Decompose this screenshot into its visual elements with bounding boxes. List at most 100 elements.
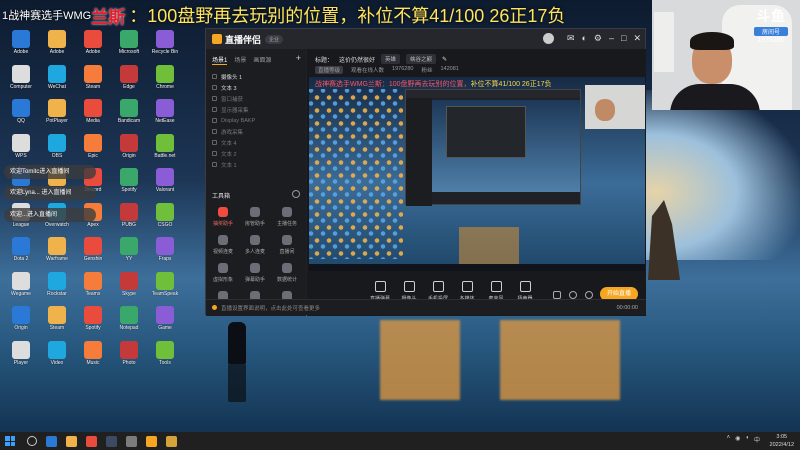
skin-icon[interactable]: ◐	[581, 33, 586, 44]
maximize-icon[interactable]: □	[621, 33, 626, 44]
eye-icon[interactable]	[212, 129, 217, 134]
desktop-icon[interactable]: Teams	[76, 271, 110, 306]
source-item[interactable]: Display BAKP	[212, 115, 300, 126]
source-item[interactable]: 文本 4	[212, 137, 300, 148]
tool-button[interactable]: 虚拟形象	[208, 263, 238, 289]
tab-scene-1[interactable]: 场景1	[212, 55, 228, 65]
desktop-icon[interactable]: Photo	[112, 340, 146, 375]
desktop-icon[interactable]: Computer	[4, 64, 38, 99]
desktop-icon[interactable]: Valorant	[148, 168, 182, 202]
eye-icon[interactable]	[212, 140, 217, 145]
edit-icon[interactable]: ✎	[442, 56, 447, 63]
desktop-icon[interactable]: Bandicam	[112, 99, 146, 133]
desktop-icon[interactable]: Music	[76, 340, 110, 375]
app-icon[interactable]	[86, 435, 97, 447]
desktop-icon[interactable]: YY	[112, 237, 146, 271]
settings-icon[interactable]: ⚙	[594, 33, 602, 44]
desktop-icon[interactable]: Warframe	[40, 237, 74, 271]
tool-button[interactable]: 直播间	[272, 235, 302, 261]
close-icon[interactable]: ✕	[633, 33, 641, 44]
desktop-icon[interactable]: Genshin	[76, 237, 110, 271]
desktop-icon[interactable]: Wegame	[4, 271, 38, 306]
desktop-icon[interactable]: Adobe	[76, 30, 110, 64]
volume-icon[interactable]: ◖	[745, 435, 749, 444]
add-source-icon[interactable]: +	[296, 53, 301, 63]
search-icon[interactable]	[27, 436, 37, 446]
desktop-icon[interactable]: Steam	[40, 306, 74, 340]
eye-icon[interactable]	[212, 96, 217, 101]
desktop-icon[interactable]: Origin	[112, 133, 146, 168]
tool-button[interactable]: 多人连麦	[240, 235, 270, 261]
desktop-icon[interactable]: Battle.net	[148, 133, 182, 168]
eye-icon[interactable]	[212, 118, 217, 123]
source-item[interactable]: 摄像头 1	[212, 71, 300, 82]
desktop-icon[interactable]: PotPlayer	[40, 99, 74, 133]
desktop-icon[interactable]: Adobe	[4, 30, 38, 64]
app-badge[interactable]: 企业	[265, 34, 284, 44]
start-button[interactable]	[5, 436, 15, 446]
desktop-icon[interactable]: WPS	[4, 133, 38, 168]
avatar[interactable]	[542, 33, 554, 44]
app-icon[interactable]	[126, 435, 137, 447]
desktop-icon[interactable]: Skype	[112, 271, 146, 306]
screenshot-icon[interactable]	[553, 291, 561, 299]
desktop-icon[interactable]: Spotify	[76, 306, 110, 340]
tab-scene[interactable]: 场景	[234, 55, 246, 65]
eye-icon[interactable]	[212, 107, 217, 112]
desktop-icon[interactable]: Epic	[76, 133, 110, 168]
toolbox-settings-icon[interactable]	[292, 190, 300, 198]
desktop-icon[interactable]: OBS	[40, 133, 74, 168]
ime-indicator[interactable]: 中	[754, 435, 760, 444]
network-icon[interactable]: ◉	[735, 435, 740, 444]
desktop-icon[interactable]: Microsoft	[112, 30, 146, 64]
tool-button[interactable]: 抽奖助手	[208, 207, 238, 233]
live-companion-icon[interactable]	[146, 435, 157, 447]
tab-sources[interactable]: 画面源	[253, 55, 271, 65]
source-item[interactable]: 文本 3	[212, 82, 300, 93]
desktop-icon[interactable]: Player	[4, 340, 38, 375]
chevron-up-icon[interactable]: ˄	[727, 435, 731, 444]
stream-title[interactable]: 这价仍然很好	[339, 55, 375, 64]
desktop-icon[interactable]: Spotify	[112, 168, 146, 202]
source-item[interactable]: 文本 2	[212, 148, 300, 159]
desktop-icon[interactable]: CSGO	[148, 202, 182, 237]
desktop-icon[interactable]: Chrome	[148, 64, 182, 99]
desktop-icon[interactable]: QQ	[4, 99, 38, 133]
tool-button[interactable]: 数据统计	[272, 263, 302, 289]
minimize-icon[interactable]: –	[609, 33, 614, 44]
stream-tag[interactable]: 峡谷之巅	[406, 54, 437, 64]
desktop-icon[interactable]: WeChat	[40, 64, 74, 99]
settings-icon[interactable]	[585, 291, 593, 299]
eye-icon[interactable]	[212, 151, 217, 156]
desktop-icon[interactable]: Adobe	[40, 30, 74, 64]
status-text[interactable]: 直播设置界面说明，点击此处可查看更多	[221, 304, 320, 312]
desktop-icon[interactable]: Recycle Bin	[148, 30, 182, 64]
edge-icon[interactable]	[46, 435, 57, 447]
source-item[interactable]: 窗口捕获	[212, 93, 300, 104]
desktop-icon[interactable]: NetEase	[148, 99, 182, 133]
desktop-icon[interactable]: Media	[76, 99, 110, 133]
desktop-icon[interactable]: Notepad	[112, 306, 146, 340]
folder-icon[interactable]	[66, 435, 77, 447]
desktop-icon[interactable]: Edge	[112, 64, 146, 99]
source-item[interactable]: 显示器采集	[212, 104, 300, 115]
tool-button[interactable]: 视频连麦	[208, 235, 238, 261]
desktop-icon[interactable]: Game	[148, 306, 182, 340]
tool-button[interactable]: 主播任务	[272, 207, 302, 233]
desktop-icon[interactable]: Origin	[4, 306, 38, 340]
desktop-icon[interactable]: TeamSpeak	[148, 271, 182, 306]
desktop-icon[interactable]: Steam	[76, 64, 110, 99]
desktop-icon[interactable]: Tools	[148, 340, 182, 375]
eye-icon[interactable]	[212, 162, 217, 167]
desktop-icon[interactable]: PUBG	[112, 202, 146, 237]
eye-icon[interactable]	[212, 85, 217, 90]
clock[interactable]: 3:05 2022/4/12	[770, 433, 794, 449]
desktop-icon[interactable]: Fraps	[148, 237, 182, 271]
desktop-icon[interactable]: Dota 2	[4, 237, 38, 271]
source-item[interactable]: 文本 1	[212, 159, 300, 170]
desktop-icon[interactable]: Rockstar	[40, 271, 74, 306]
source-item[interactable]: 游戏采集	[212, 126, 300, 137]
eye-icon[interactable]	[212, 74, 217, 79]
app-icon[interactable]	[166, 435, 177, 447]
steam-icon[interactable]	[106, 435, 117, 447]
